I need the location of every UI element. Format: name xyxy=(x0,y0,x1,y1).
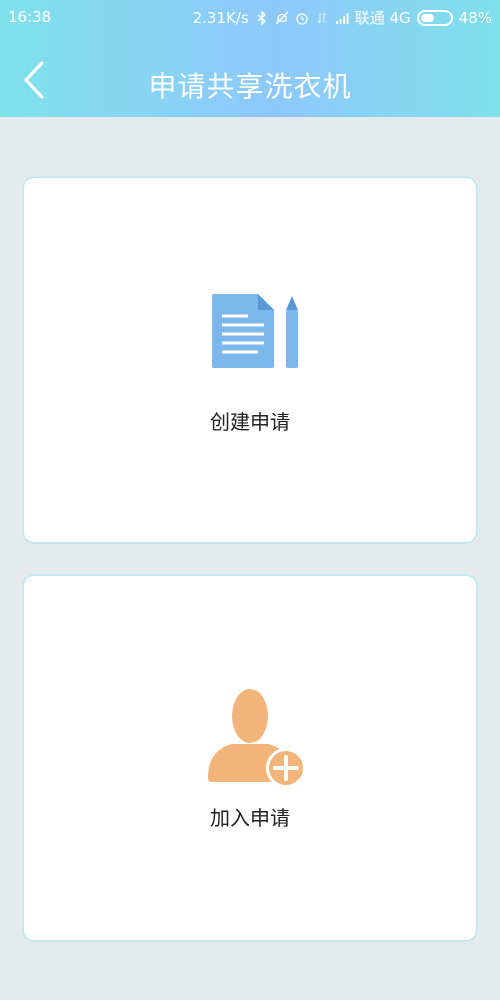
document-pencil-icon xyxy=(212,294,328,372)
join-application-label: 加入申请 xyxy=(210,806,290,830)
join-application-card[interactable]: 加入申请 xyxy=(24,576,476,940)
status-right-group: 2.31K/s 联通 4G 48% xyxy=(193,7,492,28)
page-title: 申请共享洗衣机 xyxy=(148,70,352,103)
battery-fill xyxy=(420,13,435,22)
create-application-label: 创建申请 xyxy=(210,410,290,434)
carrier-label: 联通 4G xyxy=(354,9,411,27)
person-add-icon xyxy=(206,688,310,790)
signal-icon xyxy=(335,11,349,25)
mute-icon xyxy=(275,11,289,25)
status-bar: 16:38 2.31K/s 联通 4G 48% xyxy=(0,0,500,34)
nav-bar: 申请共享洗衣机 xyxy=(0,48,500,118)
battery-percent: 48% xyxy=(458,8,492,27)
status-time: 16:38 xyxy=(8,8,52,26)
create-application-card[interactable]: 创建申请 xyxy=(24,178,476,542)
network-speed: 2.31K/s xyxy=(192,8,249,27)
battery-icon xyxy=(416,9,453,26)
alarm-icon xyxy=(295,11,309,25)
app-header: 16:38 2.31K/s 联通 4G 48% 申请共享洗衣机 xyxy=(0,0,500,117)
bluetooth-icon xyxy=(255,9,269,26)
data-arrows-icon xyxy=(315,11,329,25)
